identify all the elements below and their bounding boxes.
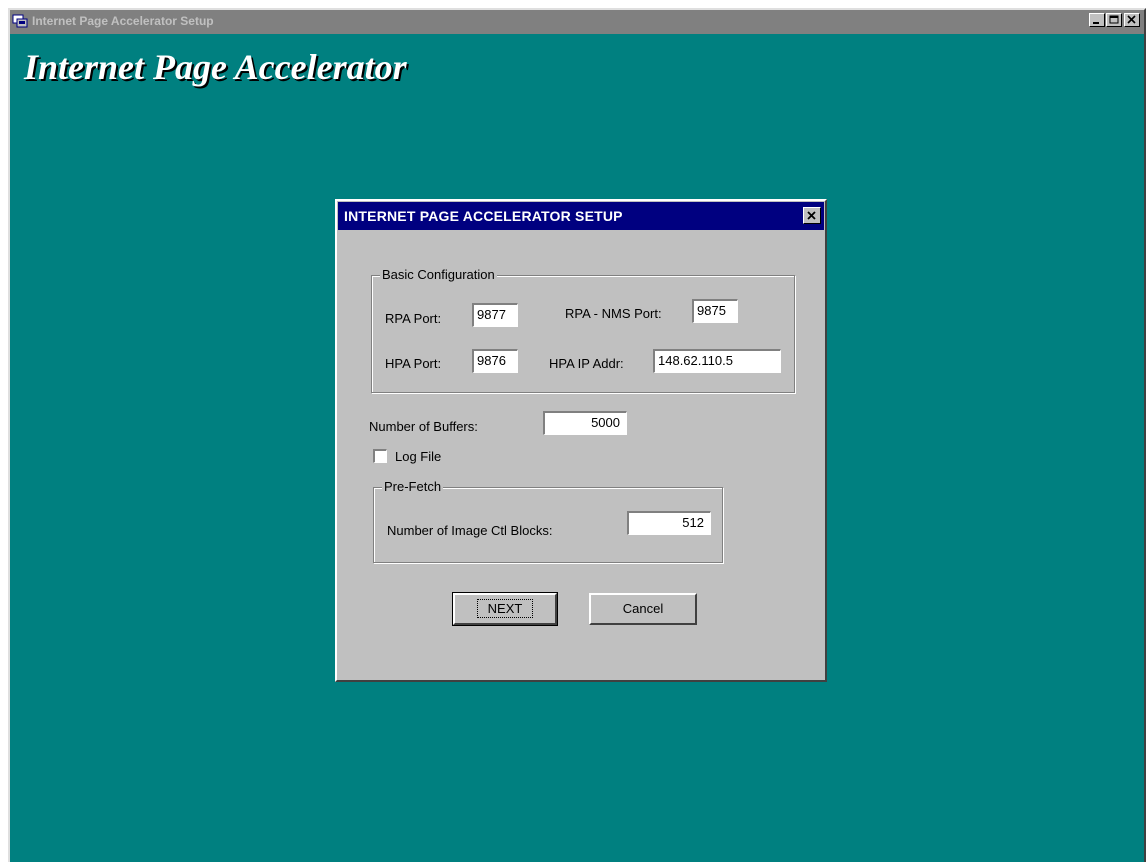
maximize-icon: [1109, 15, 1119, 24]
log-file-label: Log File: [395, 449, 442, 464]
close-icon: [1127, 15, 1136, 24]
next-button[interactable]: NEXT: [452, 592, 558, 626]
buffers-label: Number of Buffers:: [369, 419, 478, 434]
maximize-button[interactable]: [1106, 13, 1122, 27]
log-file-checkbox[interactable]: [373, 449, 387, 463]
image-blocks-label: Number of Image Ctl Blocks:: [387, 523, 553, 538]
setup-dialog: INTERNET PAGE ACCELERATOR SETUP Basic Co…: [335, 199, 827, 682]
next-button-label: NEXT: [476, 599, 534, 618]
window-title: Internet Page Accelerator Setup: [32, 14, 214, 28]
hpa-ip-label: HPA IP Addr:: [549, 356, 624, 371]
minimize-icon: [1093, 22, 1099, 24]
hpa-port-label: HPA Port:: [385, 356, 442, 371]
basic-configuration-group: Basic Configuration: [371, 267, 795, 393]
window-controls: [1088, 13, 1140, 27]
basic-configuration-legend: Basic Configuration: [380, 267, 497, 282]
minimize-button[interactable]: [1089, 13, 1105, 27]
buffers-field[interactable]: 5000: [543, 411, 627, 435]
hpa-port-field[interactable]: 9876: [472, 349, 518, 373]
rpa-nms-port-label: RPA - NMS Port:: [565, 306, 662, 321]
rpa-nms-port-field[interactable]: 9875: [692, 299, 738, 323]
cancel-button-label: Cancel: [622, 601, 664, 616]
close-icon: [807, 211, 816, 220]
rpa-port-label: RPA Port:: [385, 311, 442, 326]
dialog-close-button[interactable]: [803, 207, 821, 224]
app-window: Internet Page Accelerator Setup Internet…: [8, 8, 1146, 862]
cancel-button[interactable]: Cancel: [589, 593, 697, 625]
window-close-button[interactable]: [1124, 13, 1140, 27]
app-heading: Internet Page Accelerator: [24, 47, 407, 87]
window-titlebar[interactable]: Internet Page Accelerator Setup: [10, 10, 1144, 34]
prefetch-legend: Pre-Fetch: [382, 479, 444, 494]
app-icon: [12, 13, 28, 29]
rpa-port-field[interactable]: 9877: [472, 303, 518, 327]
image-blocks-field[interactable]: 512: [627, 511, 711, 535]
dialog-titlebar[interactable]: INTERNET PAGE ACCELERATOR SETUP: [338, 202, 824, 230]
hpa-ip-field[interactable]: 148.62.110.5: [653, 349, 781, 373]
dialog-title: INTERNET PAGE ACCELERATOR SETUP: [344, 208, 623, 224]
